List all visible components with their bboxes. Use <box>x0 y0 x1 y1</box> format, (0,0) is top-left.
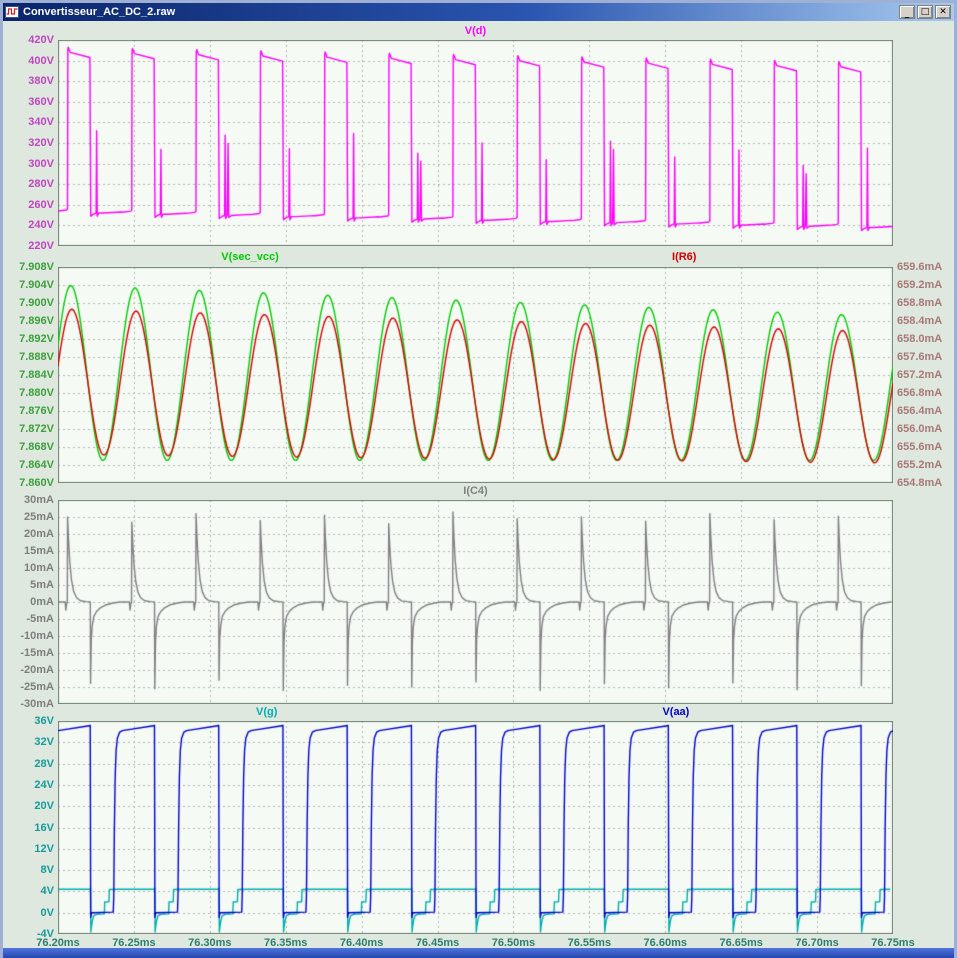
plot-pane-vd[interactable] <box>58 40 893 246</box>
y-axis-label-right-sec-vcc-ir6: 656.8mA <box>897 387 943 399</box>
y-axis-label-sec-vcc-ir6: 7.888V <box>19 351 54 363</box>
y-axis-label-sec-vcc-ir6: 7.884V <box>19 369 54 381</box>
y-axis-label-vd: 240V <box>28 219 54 232</box>
y-axis-label-sec-vcc-ir6: 7.868V <box>19 441 54 453</box>
y-axis-label-right-sec-vcc-ir6: 658.0mA <box>897 333 943 345</box>
y-axis-label-vd: 400V <box>28 54 54 67</box>
y-axis-label-vd: 280V <box>28 178 54 191</box>
y-axis-label-ic4: -25mA <box>20 681 54 693</box>
y-axis-label-vg-vaa: 20V <box>34 800 54 813</box>
y-axis-label-vd: 360V <box>28 95 54 108</box>
app-window: Convertisseur_AC_DC_2.raw _ □ ✕ V(d) 420V… <box>0 0 957 958</box>
plot-pane-sec-vcc-ir6[interactable] <box>58 267 893 483</box>
y-axis-label-ic4: -5mA <box>26 613 54 625</box>
trace-label-v-sec-vcc-[interactable]: V(sec_vcc) <box>221 251 279 263</box>
titlebar[interactable]: Convertisseur_AC_DC_2.raw _ □ ✕ <box>3 3 954 21</box>
y-axis-label-ic4: 20mA <box>24 528 54 540</box>
window-bottom-edge <box>3 948 954 958</box>
y-axis-label-vg-vaa: 32V <box>34 736 54 749</box>
y-axis-label-vg-vaa: 0V <box>40 906 54 919</box>
y-axis-label-vg-vaa: 16V <box>34 821 54 834</box>
y-axis-label-vd: 300V <box>28 157 54 170</box>
plot-pane-ic4[interactable] <box>58 500 893 704</box>
y-axis-label-right-sec-vcc-ir6: 657.6mA <box>897 351 943 363</box>
y-axis-label-right-sec-vcc-ir6: 656.0mA <box>897 423 943 435</box>
y-axis-label-vd: 380V <box>28 75 54 88</box>
y-axis-label-ic4: -30mA <box>20 698 54 710</box>
y-axis-label-sec-vcc-ir6: 7.896V <box>19 315 54 327</box>
y-axis-label-sec-vcc-ir6: 7.892V <box>19 333 54 345</box>
y-axis-label-vg-vaa: 36V <box>34 715 54 727</box>
minimize-button[interactable]: _ <box>899 5 915 19</box>
y-axis-label-right-sec-vcc-ir6: 655.2mA <box>897 459 943 471</box>
app-icon <box>5 5 19 19</box>
plot-pane-vg-vaa[interactable] <box>58 721 893 934</box>
close-button[interactable]: ✕ <box>935 5 951 19</box>
y-axis-label-vg-vaa: 8V <box>40 864 54 877</box>
y-axis-label-ic4: 10mA <box>24 562 54 574</box>
y-axis-label-vd: 260V <box>28 198 54 211</box>
y-axis-label-right-sec-vcc-ir6: 657.2mA <box>897 369 943 381</box>
y-axis-label-sec-vcc-ir6: 7.880V <box>19 387 54 399</box>
y-axis-label-vd: 340V <box>28 116 54 129</box>
trace-label-v-aa-[interactable]: V(aa) <box>662 706 689 718</box>
y-axis-label-sec-vcc-ir6: 7.908V <box>19 261 54 273</box>
y-axis-label-ic4: 0mA <box>30 596 54 608</box>
y-axis-label-sec-vcc-ir6: 7.864V <box>19 459 54 471</box>
y-axis-label-right-sec-vcc-ir6: 655.6mA <box>897 441 943 453</box>
trace-label-v-d-[interactable]: V(d) <box>465 25 486 37</box>
window-title: Convertisseur_AC_DC_2.raw <box>23 6 176 18</box>
y-axis-label-ic4: 15mA <box>24 545 54 557</box>
y-axis-label-vd: 220V <box>28 240 54 252</box>
y-axis-label-right-sec-vcc-ir6: 658.4mA <box>897 315 943 327</box>
y-axis-label-ic4: 5mA <box>30 579 54 591</box>
window-controls: _ □ ✕ <box>899 5 951 19</box>
y-axis-label-sec-vcc-ir6: 7.876V <box>19 405 54 417</box>
y-axis-label-right-sec-vcc-ir6: 656.4mA <box>897 405 943 417</box>
y-axis-label-sec-vcc-ir6: 7.900V <box>19 297 54 309</box>
y-axis-label-sec-vcc-ir6: 7.904V <box>19 279 54 291</box>
y-axis-label-vd: 320V <box>28 137 54 149</box>
y-axis-label-ic4: -10mA <box>20 630 54 642</box>
y-axis-label-vd: 420V <box>28 34 54 46</box>
y-axis-label-right-sec-vcc-ir6: 659.2mA <box>897 279 943 291</box>
y-axis-label-vg-vaa: 28V <box>34 757 54 770</box>
y-axis-label-vg-vaa: 12V <box>34 842 54 855</box>
trace-label-i-r6-[interactable]: I(R6) <box>672 251 696 263</box>
y-axis-label-right-sec-vcc-ir6: 658.8mA <box>897 297 943 309</box>
y-axis-label-ic4: 30mA <box>24 494 54 506</box>
y-axis-label-vg-vaa: 4V <box>40 885 54 898</box>
y-axis-label-ic4: -20mA <box>20 664 54 676</box>
y-axis-label-sec-vcc-ir6: 7.860V <box>19 477 54 489</box>
y-axis-label-right-sec-vcc-ir6: 659.6mA <box>897 261 943 273</box>
y-axis-label-ic4: -15mA <box>20 647 54 659</box>
waveform-viewer: V(d) 420V 400V 380V 360V 340V 320V 300V 280V 260V… <box>6 24 954 951</box>
trace-label-i-c4-[interactable]: I(C4) <box>463 485 487 497</box>
y-axis-label-right-sec-vcc-ir6: 654.8mA <box>897 477 943 489</box>
y-axis-label-sec-vcc-ir6: 7.872V <box>19 423 54 435</box>
trace-label-v-g-[interactable]: V(g) <box>256 706 277 718</box>
y-axis-label-ic4: 25mA <box>24 511 54 523</box>
y-axis-label-vg-vaa: 24V <box>34 778 54 791</box>
maximize-button[interactable]: □ <box>917 5 933 19</box>
